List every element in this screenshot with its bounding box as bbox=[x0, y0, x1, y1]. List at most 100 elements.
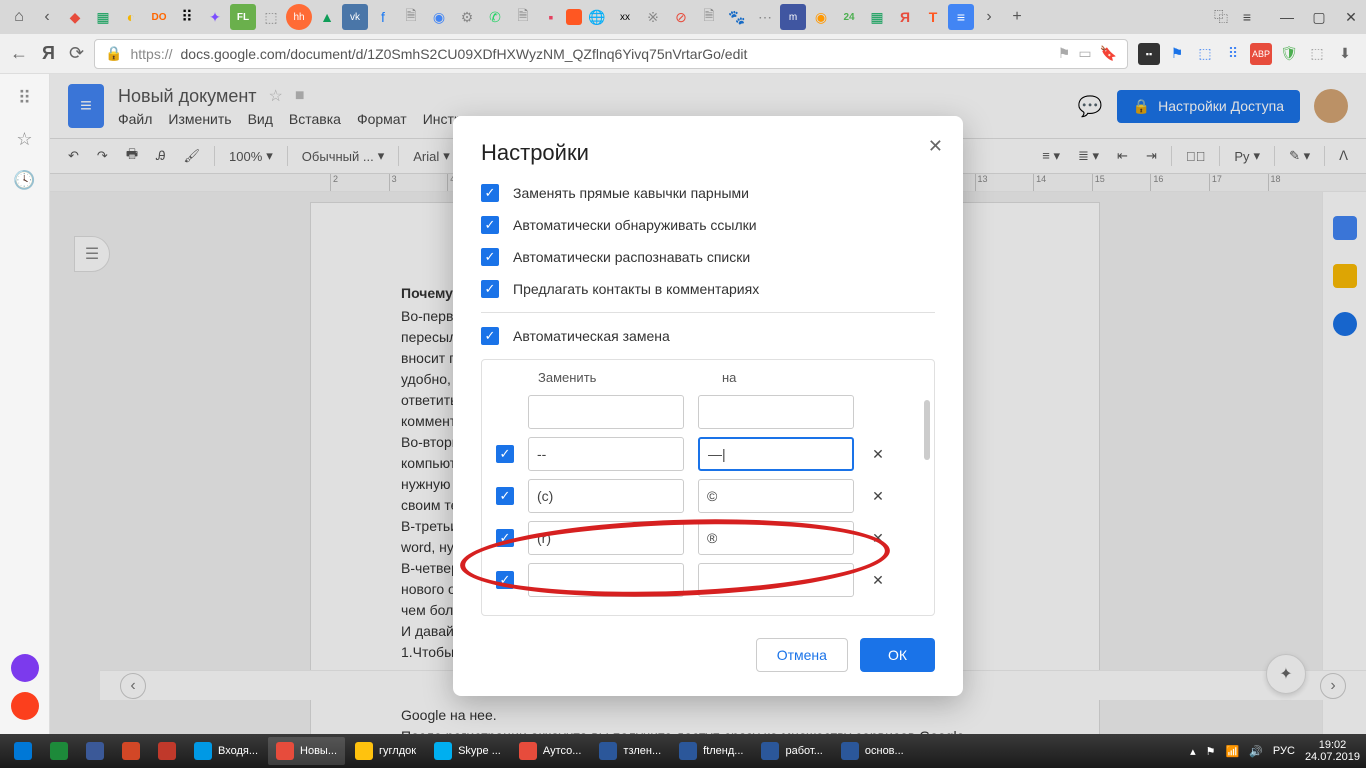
new-tab-icon[interactable]: + bbox=[1004, 4, 1030, 30]
taskbar-app[interactable]: Новы... bbox=[268, 737, 345, 765]
history-icon[interactable]: 🕓 bbox=[13, 170, 35, 191]
option-detect-links[interactable]: ✓ Автоматически обнаруживать ссылки bbox=[481, 216, 935, 234]
tab-favicon[interactable]: m bbox=[780, 4, 806, 30]
favorite-icon[interactable]: ☆ bbox=[16, 129, 32, 150]
comments-icon[interactable]: 💬 bbox=[1078, 94, 1103, 119]
next-page-icon[interactable]: › bbox=[1320, 673, 1346, 699]
tab-favicon[interactable]: f bbox=[370, 4, 396, 30]
delete-row-icon[interactable]: ✕ bbox=[868, 572, 888, 589]
delete-row-icon[interactable]: ✕ bbox=[868, 530, 888, 547]
taskbar-app[interactable]: Skype ... bbox=[426, 737, 509, 765]
tab-favicon[interactable]: 🌐 bbox=[584, 4, 610, 30]
taskbar-app[interactable] bbox=[42, 737, 76, 765]
replace-to-input[interactable] bbox=[698, 563, 854, 597]
tab-favicon[interactable]: ◐ bbox=[118, 4, 144, 30]
option-auto-substitution[interactable]: ✓ Автоматическая замена bbox=[481, 327, 935, 345]
checkbox-icon[interactable]: ✓ bbox=[496, 487, 514, 505]
taskbar-app[interactable]: основ... bbox=[833, 737, 912, 765]
tab-favicon[interactable]: 🗎 bbox=[510, 4, 536, 30]
maximize-icon[interactable]: ▢ bbox=[1310, 8, 1328, 26]
replace-from-input[interactable] bbox=[528, 521, 684, 555]
download-icon[interactable]: ⬇ bbox=[1334, 43, 1356, 65]
docs-logo-icon[interactable]: ≡ bbox=[68, 84, 104, 128]
tasks-icon[interactable] bbox=[1333, 312, 1357, 336]
tab-favicon[interactable]: ⚙ bbox=[454, 4, 480, 30]
tab-favicon[interactable]: 🗎 bbox=[696, 4, 722, 30]
tab-favicon[interactable]: DO bbox=[146, 4, 172, 30]
checkbox-icon[interactable]: ✓ bbox=[481, 184, 499, 202]
taskbar-app[interactable] bbox=[78, 737, 112, 765]
tab-favicon[interactable]: ▲ bbox=[314, 4, 340, 30]
tab-favicon[interactable]: xx bbox=[612, 4, 638, 30]
close-window-icon[interactable]: ✕ bbox=[1342, 8, 1360, 26]
yandex-icon[interactable]: Я bbox=[42, 43, 55, 64]
checkbox-icon[interactable]: ✓ bbox=[496, 529, 514, 547]
tab-favicon[interactable]: ⬚ bbox=[258, 4, 284, 30]
explore-button[interactable]: ✦ bbox=[1266, 654, 1306, 694]
tab-favicon[interactable]: ▪ bbox=[538, 4, 564, 30]
apps-icon[interactable]: ⠿ bbox=[18, 88, 31, 109]
taskbar-app[interactable] bbox=[114, 737, 148, 765]
taskbar-app[interactable]: тзлен... bbox=[591, 737, 669, 765]
collapse-toolbar-icon[interactable]: ᐱ bbox=[1335, 146, 1352, 166]
tabs-overview-icon[interactable]: ⿻ bbox=[1212, 8, 1230, 26]
indent-inc-icon[interactable]: ⇥ bbox=[1142, 146, 1161, 166]
tray-volume-icon[interactable]: 🔊 bbox=[1249, 745, 1263, 758]
tab-favicon[interactable]: 🐾 bbox=[724, 4, 750, 30]
checkbox-icon[interactable]: ✓ bbox=[481, 327, 499, 345]
list-icon[interactable]: ≡ ▾ bbox=[1038, 146, 1064, 166]
delete-row-icon[interactable]: ✕ bbox=[868, 446, 888, 463]
menu-icon[interactable]: ≡ bbox=[1238, 8, 1256, 26]
tab-favicon[interactable]: ⊘ bbox=[668, 4, 694, 30]
ext-icon[interactable]: ⬚ bbox=[1194, 43, 1216, 65]
reader-icon[interactable]: ▭ bbox=[1078, 45, 1091, 62]
close-icon[interactable]: ✕ bbox=[928, 136, 943, 157]
tab-favicon[interactable]: ▦ bbox=[90, 4, 116, 30]
menu-view[interactable]: Вид bbox=[248, 111, 273, 127]
style-select[interactable]: Обычный ... ▾ bbox=[298, 146, 388, 166]
tab-favicon[interactable] bbox=[566, 9, 582, 25]
cancel-button[interactable]: Отмена bbox=[756, 638, 848, 672]
option-suggest-contacts[interactable]: ✓ Предлагать контакты в комментариях bbox=[481, 280, 935, 298]
replace-from-input[interactable] bbox=[528, 563, 684, 597]
yandex-circle-icon[interactable] bbox=[11, 692, 39, 720]
delete-row-icon[interactable]: ✕ bbox=[868, 488, 888, 505]
taskbar-app[interactable] bbox=[150, 737, 184, 765]
paint-format-icon[interactable]: 🖌 bbox=[180, 146, 205, 166]
menu-edit[interactable]: Изменить bbox=[168, 111, 231, 127]
editing-mode[interactable]: ✎ ▾ bbox=[1285, 146, 1314, 166]
tab-favicon[interactable]: Я bbox=[892, 4, 918, 30]
document-title[interactable]: Новый документ bbox=[118, 86, 257, 107]
replace-to-input[interactable] bbox=[698, 521, 854, 555]
replace-from-input[interactable] bbox=[528, 437, 684, 471]
calendar-icon[interactable] bbox=[1333, 216, 1357, 240]
taskbar-app[interactable] bbox=[6, 737, 40, 765]
ext-icon[interactable]: ▪▪ bbox=[1138, 43, 1160, 65]
tab-favicon[interactable]: vk bbox=[342, 4, 368, 30]
ext-icon[interactable]: ⚑ bbox=[1166, 43, 1188, 65]
taskbar-app[interactable]: Аутсо... bbox=[511, 737, 590, 765]
clear-format-icon[interactable]: 𝗧⃠ bbox=[1182, 147, 1210, 166]
tray-lang[interactable]: РУС bbox=[1273, 745, 1295, 757]
menu-format[interactable]: Формат bbox=[357, 111, 407, 127]
minimize-icon[interactable]: — bbox=[1278, 8, 1296, 26]
ext-icon[interactable]: 🛡 bbox=[1278, 43, 1300, 65]
checkbox-icon[interactable]: ✓ bbox=[481, 216, 499, 234]
taskbar-app[interactable]: Входя... bbox=[186, 737, 266, 765]
replace-from-input[interactable] bbox=[528, 479, 684, 513]
menu-file[interactable]: Файл bbox=[118, 111, 152, 127]
tab-favicon[interactable]: 24 bbox=[836, 4, 862, 30]
tab-favicon[interactable]: ▦ bbox=[864, 4, 890, 30]
redo-icon[interactable]: ↷ bbox=[93, 146, 112, 166]
zoom-select[interactable]: 100% ▾ bbox=[225, 146, 277, 166]
translate-icon[interactable]: ⚑ bbox=[1058, 45, 1071, 62]
outline-toggle-icon[interactable]: ☰ bbox=[74, 236, 110, 272]
tab-favicon[interactable]: ✦ bbox=[202, 4, 228, 30]
prev-page-icon[interactable]: ‹ bbox=[120, 673, 146, 699]
ext-icon[interactable]: ⠿ bbox=[1222, 43, 1244, 65]
share-button[interactable]: 🔒 Настройки Доступа bbox=[1117, 90, 1300, 123]
input-lang[interactable]: Ру ▾ bbox=[1230, 146, 1264, 166]
tab-favicon[interactable]: ≡ bbox=[948, 4, 974, 30]
alice-icon[interactable] bbox=[11, 654, 39, 682]
checkbox-icon[interactable]: ✓ bbox=[481, 248, 499, 266]
